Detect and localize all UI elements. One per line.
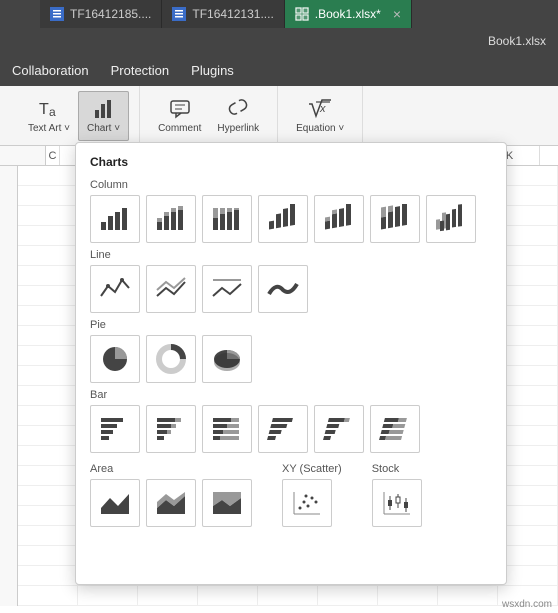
title-bar: Book1.xlsx <box>0 28 558 54</box>
chart-area-stacked[interactable] <box>146 479 196 527</box>
comment-icon <box>168 97 192 121</box>
textart-icon: Ta <box>37 97 61 121</box>
chart-column-3d[interactable] <box>426 195 476 243</box>
doc-icon <box>50 7 64 21</box>
chart-bar-100stacked[interactable] <box>202 405 252 453</box>
textart-button[interactable]: Ta Text Art ˅ <box>20 91 78 141</box>
chart-pie-doughnut[interactable] <box>146 335 196 383</box>
chart-icon <box>92 97 116 121</box>
hyperlink-icon <box>226 97 250 121</box>
tab-label: .Book1.xlsx* <box>315 7 381 21</box>
category-stock: Stock <box>372 463 422 475</box>
chart-line-3d[interactable] <box>258 265 308 313</box>
chart-bar-3d-stacked[interactable] <box>314 405 364 453</box>
svg-text:a: a <box>49 105 56 119</box>
chart-column-3d-clustered[interactable] <box>258 195 308 243</box>
tab-label: TF16412131.... <box>192 7 273 21</box>
chart-bar-3d-100stacked[interactable] <box>370 405 420 453</box>
chart-scatter[interactable] <box>282 479 332 527</box>
chart-area-100stacked[interactable] <box>202 479 252 527</box>
chart-column-3d-100stacked[interactable] <box>370 195 420 243</box>
sheet-icon <box>295 7 309 21</box>
equation-icon: x <box>306 97 334 121</box>
category-column: Column <box>90 179 492 191</box>
equation-label: Equation <box>296 123 335 134</box>
chart-pie-3d[interactable] <box>202 335 252 383</box>
chart-column-100stacked[interactable] <box>202 195 252 243</box>
svg-text:x: x <box>319 103 326 115</box>
menu-bar: Collaboration Protection Plugins <box>0 54 558 86</box>
document-title: Book1.xlsx <box>488 34 546 48</box>
category-line: Line <box>90 249 492 261</box>
menu-protection[interactable]: Protection <box>111 63 170 78</box>
chart-bar-3d-clustered[interactable] <box>258 405 308 453</box>
hyperlink-button[interactable]: Hyperlink <box>209 91 267 141</box>
category-bar: Bar <box>90 389 492 401</box>
category-area: Area <box>90 463 252 475</box>
chart-line-basic[interactable] <box>90 265 140 313</box>
svg-text:T: T <box>39 101 49 118</box>
chart-line-100stacked[interactable] <box>202 265 252 313</box>
watermark: wsxdn.com <box>502 599 552 610</box>
chart-line-stacked[interactable] <box>146 265 196 313</box>
comment-label: Comment <box>158 123 201 134</box>
chart-label: Chart <box>87 123 111 134</box>
menu-plugins[interactable]: Plugins <box>191 63 234 78</box>
document-tab-1[interactable]: TF16412185.... <box>40 0 162 28</box>
ribbon-toolbar: Ta Text Art ˅ Chart ˅ Comment Hyperlink <box>0 86 558 146</box>
tab-label: TF16412185.... <box>70 7 151 21</box>
close-icon[interactable]: × <box>393 6 401 22</box>
menu-collaboration[interactable]: Collaboration <box>12 63 89 78</box>
category-scatter: XY (Scatter) <box>282 463 342 475</box>
doc-icon <box>172 7 186 21</box>
textart-label: Text Art <box>28 123 61 134</box>
chart-column-3d-stacked[interactable] <box>314 195 364 243</box>
hyperlink-label: Hyperlink <box>217 123 259 134</box>
document-tab-bar: TF16412185.... TF16412131.... .Book1.xls… <box>0 0 558 28</box>
col-header[interactable]: C <box>46 146 60 165</box>
panel-title: Charts <box>90 155 492 169</box>
chart-column-stacked[interactable] <box>146 195 196 243</box>
chart-pie-basic[interactable] <box>90 335 140 383</box>
equation-button[interactable]: x Equation ˅ <box>288 91 352 141</box>
category-pie: Pie <box>90 319 492 331</box>
chart-button[interactable]: Chart ˅ <box>78 91 129 141</box>
chart-bar-stacked[interactable] <box>146 405 196 453</box>
chart-area-basic[interactable] <box>90 479 140 527</box>
chart-column-clustered[interactable] <box>90 195 140 243</box>
document-tab-2[interactable]: TF16412131.... <box>162 0 284 28</box>
charts-dropdown-panel: Charts Column Line Pie Bar Area <box>75 142 507 585</box>
chart-stock[interactable] <box>372 479 422 527</box>
chart-bar-clustered[interactable] <box>90 405 140 453</box>
comment-button[interactable]: Comment <box>150 91 209 141</box>
document-tab-active[interactable]: .Book1.xlsx* × <box>285 0 412 28</box>
